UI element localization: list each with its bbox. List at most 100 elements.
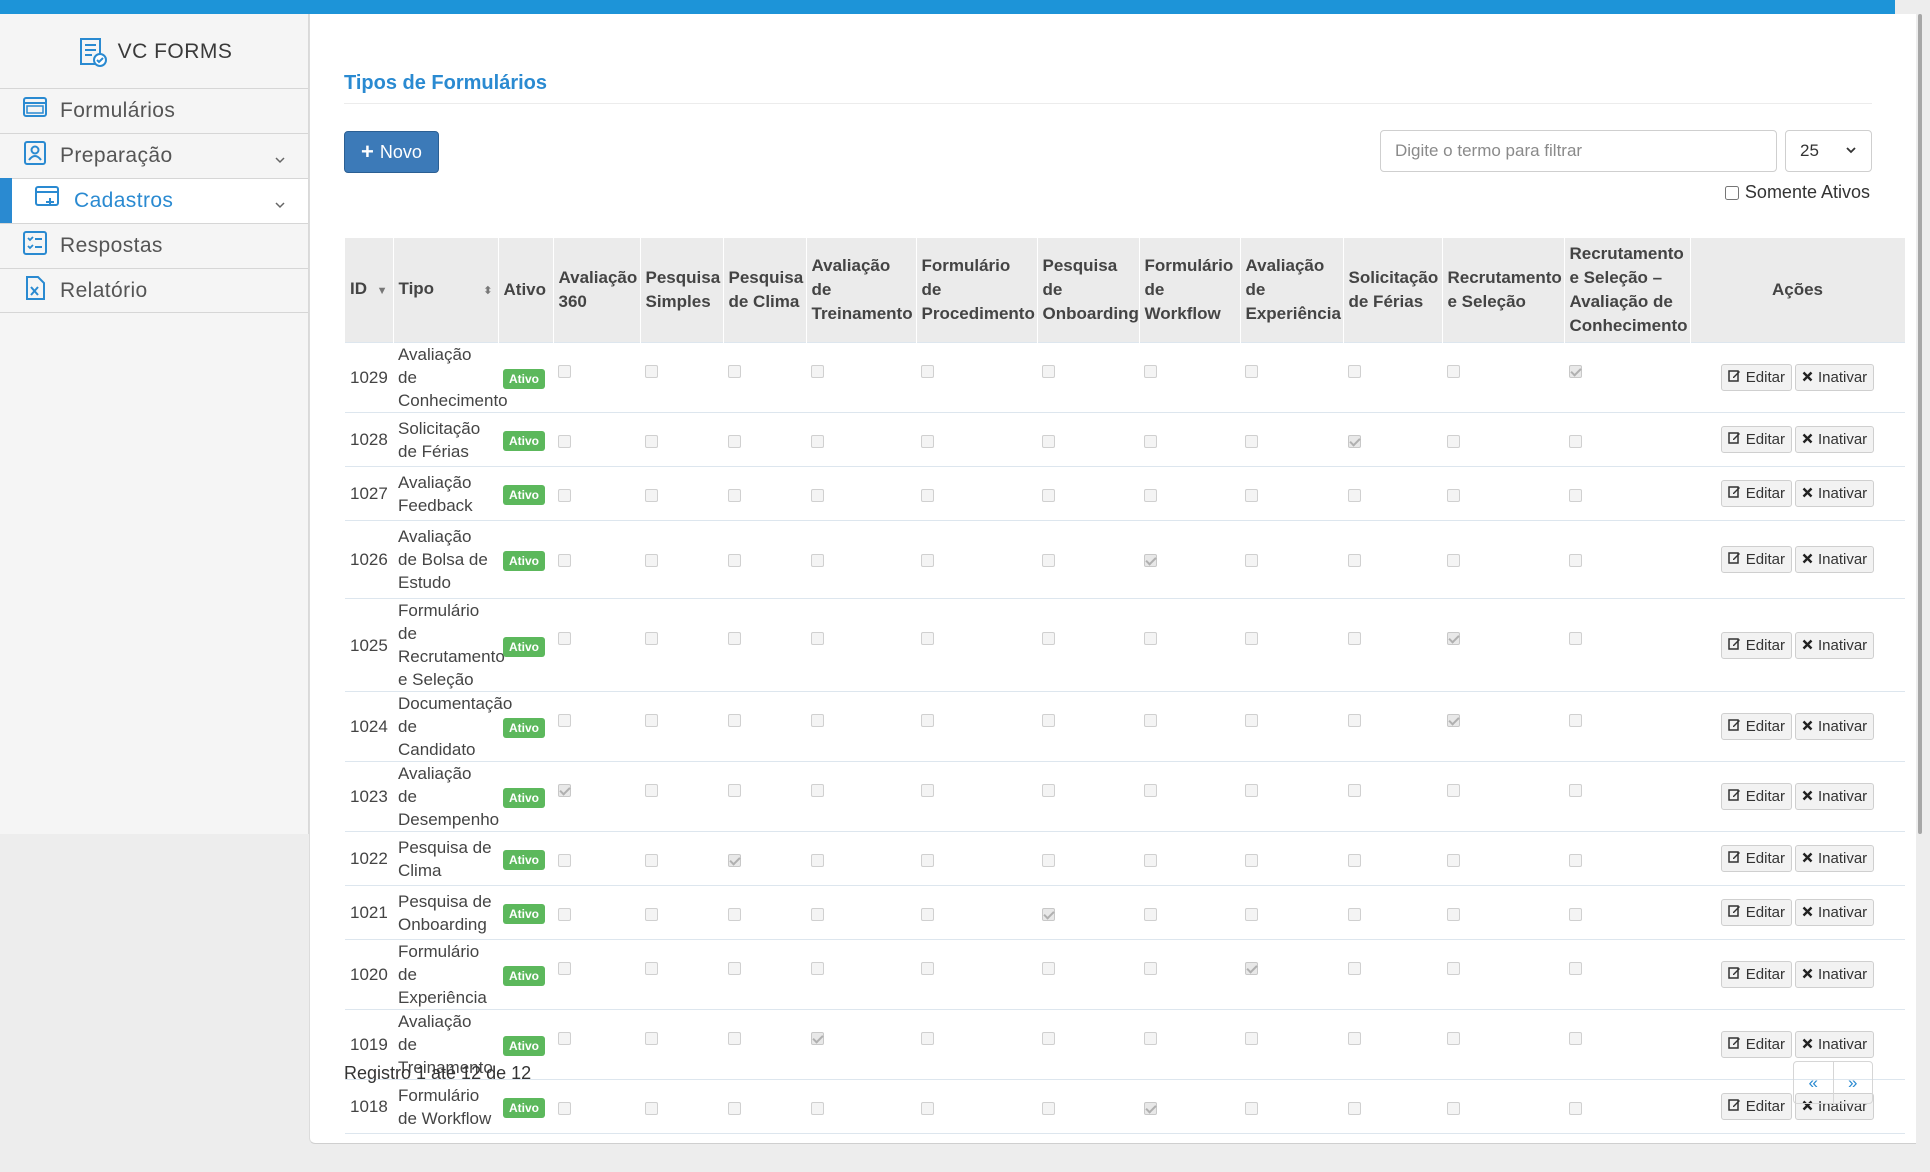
cell-type-flag bbox=[1139, 342, 1240, 413]
col-header-recrutamento-conhecimento[interactable]: Recrutamento e Seleção – Avaliação de Co… bbox=[1564, 238, 1691, 343]
deactivate-button[interactable]: Inativar bbox=[1794, 364, 1875, 391]
cell-type-flag bbox=[916, 761, 1037, 832]
sidebar-item-relatorio[interactable]: Relatório bbox=[0, 268, 308, 313]
cell-type-flag bbox=[1240, 598, 1343, 692]
table-row: 1022 Pesquisa de Clima Ativo Editar Inativar bbox=[345, 831, 1905, 886]
cell-type-flag bbox=[806, 520, 916, 599]
col-header-avaliacao-experiencia[interactable]: Avaliação de Experiência bbox=[1240, 238, 1344, 343]
edit-button[interactable]: Editar bbox=[1720, 783, 1792, 810]
edit-button[interactable]: Editar bbox=[1720, 364, 1792, 391]
deactivate-button[interactable]: Inativar bbox=[1794, 713, 1875, 740]
col-header-id[interactable]: ID ▼ bbox=[345, 238, 394, 343]
type-flag-checkbox bbox=[558, 962, 571, 975]
excel-file-icon bbox=[22, 275, 48, 307]
deactivate-button[interactable]: Inativar bbox=[1794, 783, 1875, 810]
sidebar-item-preparacao[interactable]: Preparação bbox=[0, 133, 308, 178]
deactivate-button[interactable]: Inativar bbox=[1794, 845, 1875, 872]
cell-type-flag bbox=[1037, 520, 1139, 599]
status-badge: Ativo bbox=[503, 850, 545, 870]
col-header-formulario-workflow[interactable]: Formulário de Workflow bbox=[1139, 238, 1241, 343]
type-flag-checkbox bbox=[1144, 365, 1157, 378]
cell-type-flag bbox=[916, 520, 1037, 599]
edit-button[interactable]: Editar bbox=[1720, 899, 1792, 926]
edit-button[interactable]: Editar bbox=[1720, 1031, 1792, 1058]
cell-type-flag bbox=[1564, 939, 1690, 1010]
col-header-solicitacao-ferias[interactable]: Solicitação de Férias bbox=[1343, 238, 1443, 343]
edit-button[interactable]: Editar bbox=[1720, 480, 1792, 507]
cell-type-flag bbox=[1240, 761, 1343, 832]
cell-type-flag bbox=[1442, 885, 1564, 940]
type-flag-checkbox bbox=[1042, 908, 1055, 921]
deactivate-button[interactable]: Inativar bbox=[1794, 631, 1875, 659]
col-header-avaliacao-treinamento[interactable]: Avaliação de Treinamento bbox=[806, 238, 917, 343]
cell-id: 1029 bbox=[345, 342, 393, 413]
chevron-down-icon[interactable] bbox=[274, 148, 286, 172]
type-flag-checkbox bbox=[1569, 554, 1582, 567]
brand[interactable]: VC FORMS bbox=[0, 14, 308, 88]
sidebar-item-cadastros[interactable]: Cadastros bbox=[0, 178, 308, 224]
cell-type-flag bbox=[1564, 885, 1690, 940]
type-flag-checkbox bbox=[558, 435, 571, 448]
deactivate-button[interactable]: Inativar bbox=[1794, 546, 1875, 573]
col-header-recrutamento-selecao[interactable]: Recrutamento e Seleção bbox=[1442, 238, 1565, 343]
new-button[interactable]: + Novo bbox=[344, 131, 439, 173]
edit-button[interactable]: Editar bbox=[1720, 631, 1792, 659]
edit-label: Editar bbox=[1745, 1098, 1785, 1115]
edit-button[interactable]: Editar bbox=[1720, 426, 1792, 453]
pager-next[interactable]: » bbox=[1832, 1062, 1873, 1103]
cell-type-flag bbox=[553, 1009, 640, 1080]
type-flag-checkbox bbox=[1569, 1102, 1582, 1115]
cell-type-flag bbox=[916, 831, 1037, 886]
col-header-ativo[interactable]: Ativo bbox=[498, 238, 554, 343]
edit-button[interactable]: Editar bbox=[1720, 961, 1792, 988]
edit-icon bbox=[1728, 548, 1741, 571]
type-flag-checkbox bbox=[1245, 908, 1258, 921]
scrollbar-thumb[interactable] bbox=[1918, 14, 1922, 834]
edit-button[interactable]: Editar bbox=[1720, 546, 1792, 573]
col-header-pesquisa-onboarding[interactable]: Pesquisa de Onboarding bbox=[1037, 238, 1140, 343]
col-header-pesquisa-clima[interactable]: Pesquisa de Clima bbox=[723, 238, 807, 343]
edit-button[interactable]: Editar bbox=[1720, 1093, 1792, 1120]
deactivate-button[interactable]: Inativar bbox=[1794, 426, 1875, 453]
cell-type-flag bbox=[1240, 1079, 1343, 1134]
deactivate-button[interactable]: Inativar bbox=[1794, 899, 1875, 926]
edit-button[interactable]: Editar bbox=[1720, 713, 1792, 740]
active-only-filter[interactable]: Somente Ativos bbox=[1724, 182, 1870, 203]
col-header-avaliacao-360[interactable]: Avaliação 360 bbox=[553, 238, 641, 343]
sidebar: VC FORMS Formulários Preparação Cadastro… bbox=[0, 14, 309, 834]
sidebar-item-label: Preparação bbox=[60, 144, 173, 167]
cell-type-flag bbox=[1343, 412, 1442, 467]
deactivate-button[interactable]: Inativar bbox=[1794, 961, 1875, 988]
filter-input[interactable] bbox=[1380, 130, 1777, 172]
cell-type-flag bbox=[806, 1079, 916, 1134]
deactivate-button[interactable]: Inativar bbox=[1794, 1031, 1875, 1058]
cell-ativo: Ativo bbox=[498, 598, 553, 692]
sidebar-item-formularios[interactable]: Formulários bbox=[0, 88, 308, 133]
col-header-formulario-procedimento[interactable]: Formulário de Procedimento bbox=[916, 238, 1038, 343]
type-flag-checkbox bbox=[811, 908, 824, 921]
col-header-pesquisa-simples[interactable]: Pesquisa Simples bbox=[640, 238, 724, 343]
cell-type-flag bbox=[1037, 691, 1139, 762]
table-header: ID ▼ Tipo ⬍ Ativo Avaliação 360 Pesquisa S… bbox=[345, 238, 1906, 343]
deactivate-button[interactable]: Inativar bbox=[1794, 480, 1875, 507]
plus-icon: + bbox=[361, 139, 374, 164]
type-flag-checkbox bbox=[921, 1032, 934, 1045]
chevron-down-icon[interactable] bbox=[274, 193, 286, 217]
cell-type-flag bbox=[1442, 939, 1564, 1010]
type-flag-checkbox bbox=[921, 1102, 934, 1115]
forms-table: ID ▼ Tipo ⬍ Ativo Avaliação 360 Pesquisa S… bbox=[345, 238, 1906, 1134]
pager-prev[interactable]: « bbox=[1794, 1062, 1833, 1103]
type-flag-checkbox bbox=[1569, 854, 1582, 867]
active-only-checkbox[interactable] bbox=[1724, 185, 1739, 200]
cell-type-flag bbox=[640, 412, 723, 467]
cell-type-flag bbox=[1564, 1009, 1690, 1080]
type-flag-checkbox bbox=[1447, 784, 1460, 797]
type-flag-checkbox bbox=[645, 714, 658, 727]
cell-type-flag bbox=[806, 1009, 916, 1080]
type-flag-checkbox bbox=[1042, 554, 1055, 567]
page-size-select[interactable]: 25 bbox=[1785, 130, 1872, 172]
col-header-tipo[interactable]: Tipo ⬍ bbox=[393, 238, 499, 343]
edit-button[interactable]: Editar bbox=[1720, 845, 1792, 872]
sidebar-item-respostas[interactable]: Respostas bbox=[0, 223, 308, 268]
type-flag-checkbox bbox=[1569, 632, 1582, 645]
